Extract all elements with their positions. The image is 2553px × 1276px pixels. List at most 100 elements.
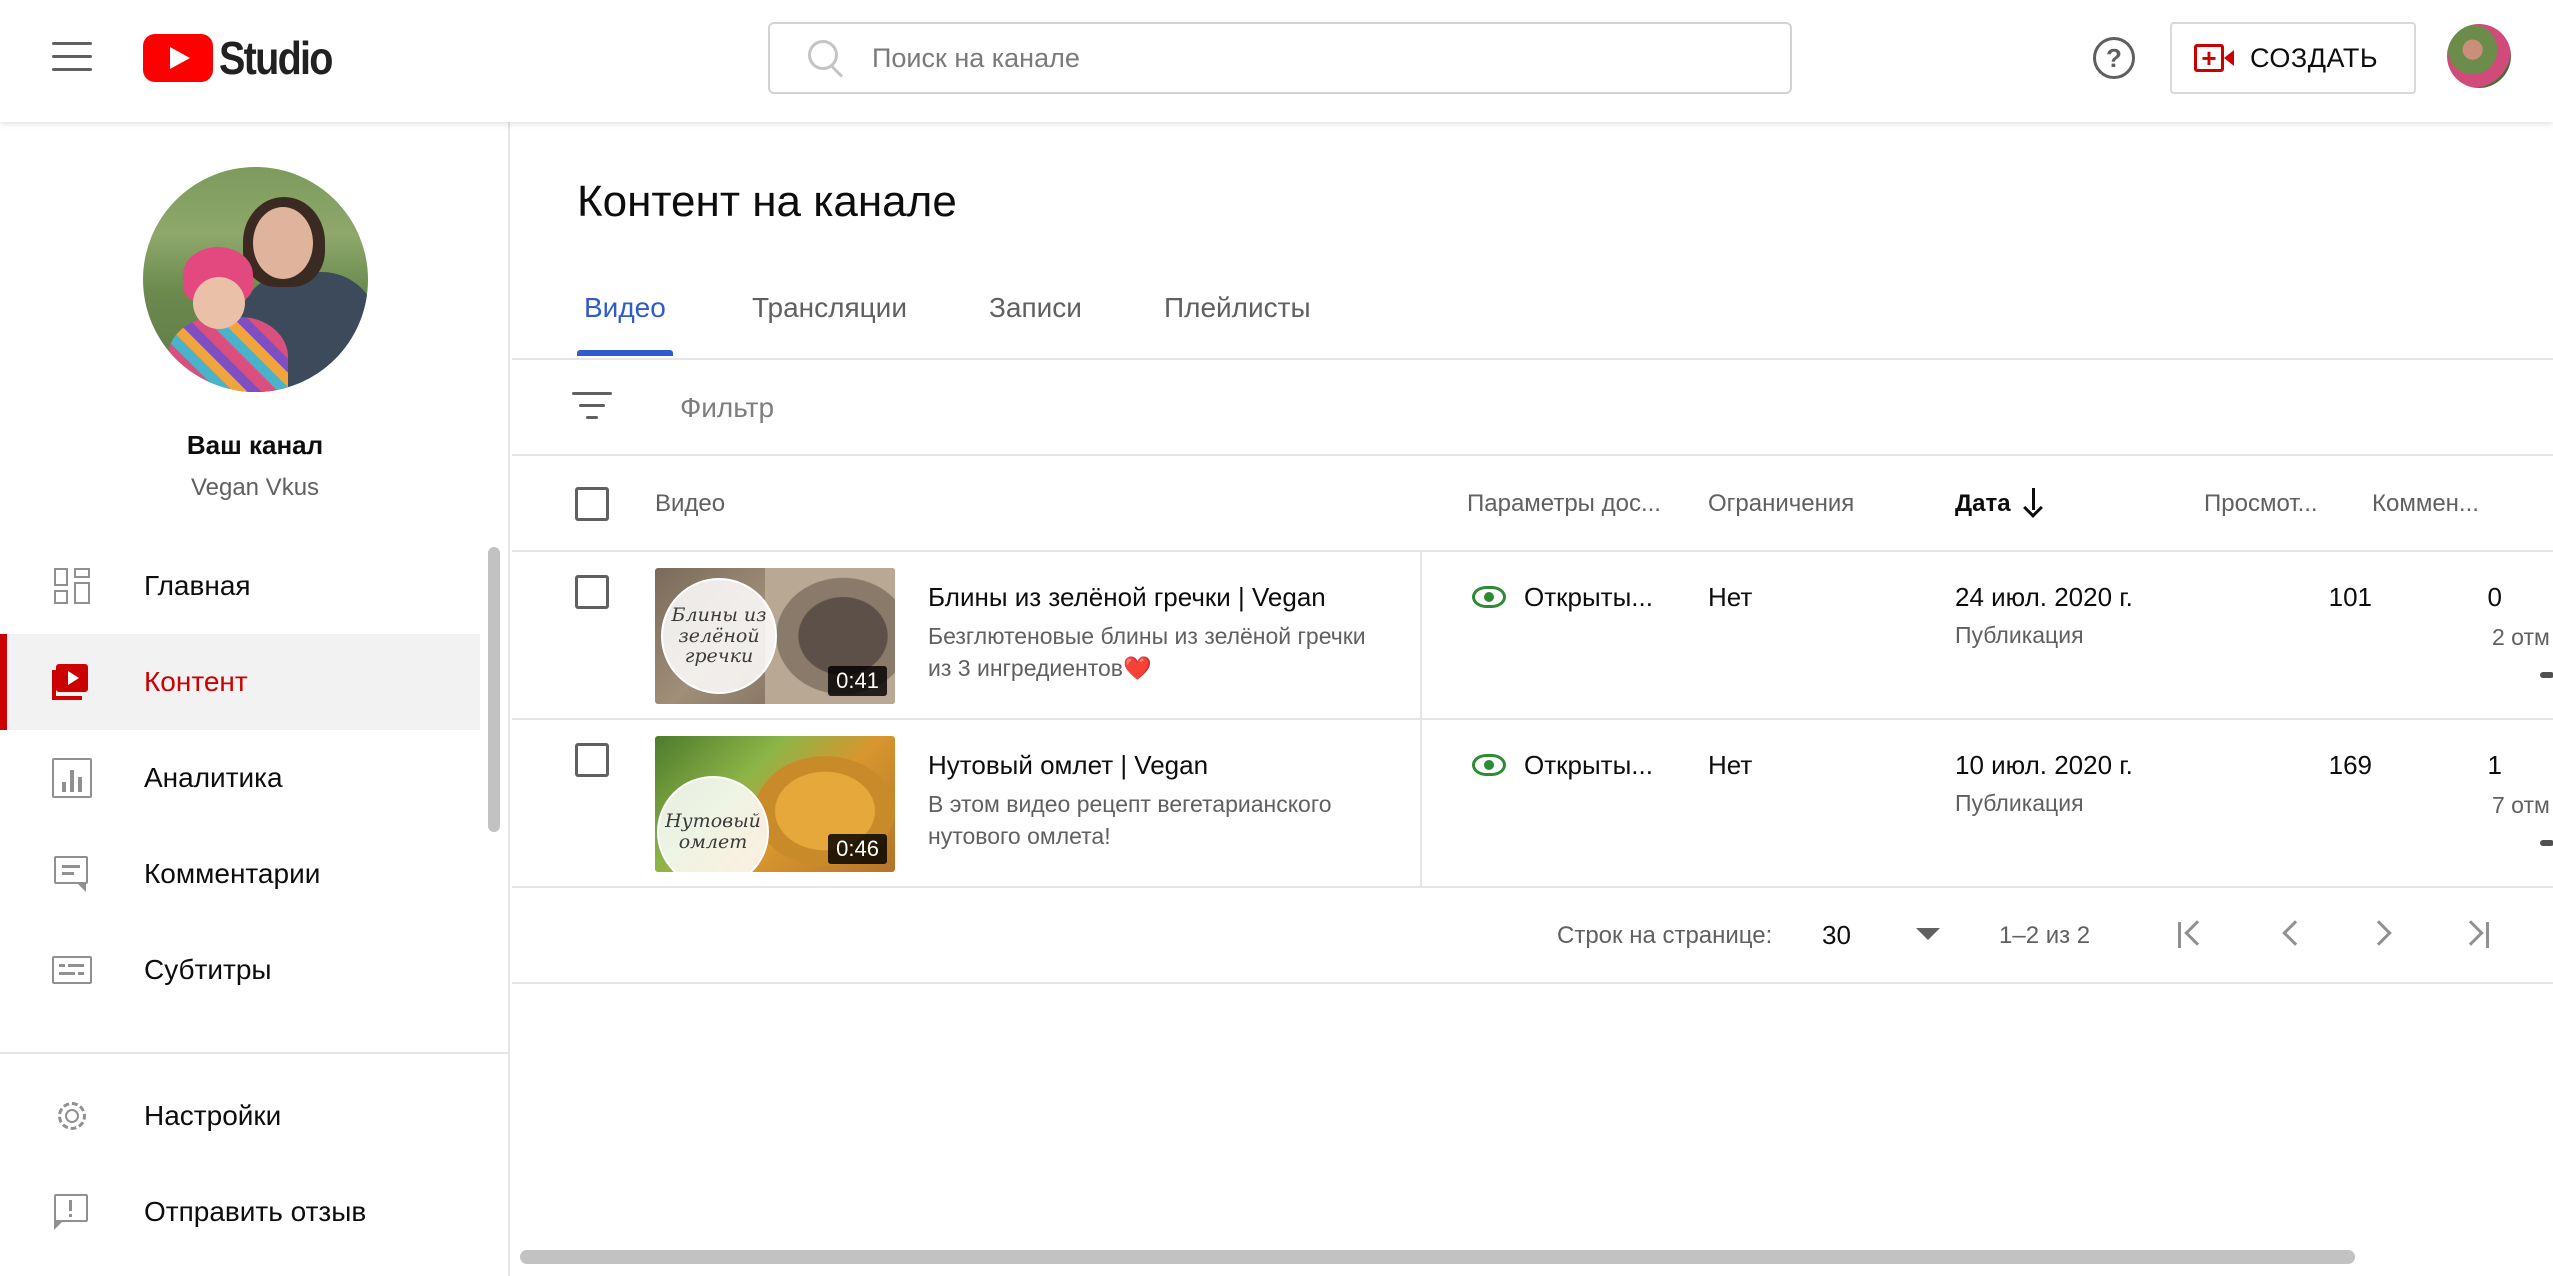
sidebar-item-label: Комментарии: [144, 858, 321, 889]
column-header-date[interactable]: Дата: [1955, 490, 2011, 518]
date-status: Публикация: [1955, 790, 2084, 816]
dashboard-icon: [52, 566, 92, 606]
help-icon[interactable]: ?: [2093, 37, 2135, 79]
first-page-icon[interactable]: [2172, 912, 2216, 956]
sidebar: Ваш канал Vegan Vkus Главная Контент Ана…: [0, 122, 510, 1276]
channel-avatar[interactable]: [143, 167, 368, 392]
sidebar-item-dashboard[interactable]: Главная: [0, 538, 480, 634]
page-range: 1–2 из 2: [1999, 922, 2091, 949]
sidebar-item-analytics[interactable]: Аналитика: [0, 730, 480, 826]
comments-value: 1: [2487, 750, 2502, 780]
video-title[interactable]: Блины из зелёной гречки | Vegan: [928, 582, 1326, 613]
eye-icon[interactable]: [1472, 586, 1506, 608]
tab-live[interactable]: Трансляции: [752, 292, 907, 354]
divider: [512, 982, 2553, 984]
last-page-icon[interactable]: [2456, 912, 2500, 956]
restrictions-value: Нет: [1708, 750, 1753, 780]
tab-playlists[interactable]: Плейлисты: [1164, 292, 1311, 354]
rows-per-page-select[interactable]: 30: [1810, 908, 1950, 958]
horizontal-scrollbar[interactable]: [520, 1250, 2355, 1264]
date-status: Публикация: [1955, 622, 2084, 648]
divider: [512, 550, 2553, 552]
video-title[interactable]: Нутовый омлет | Vegan: [928, 750, 1208, 781]
likes-value: 7 отм: [2492, 792, 2550, 818]
video-thumbnail[interactable]: Нутовый омлет 0:46: [655, 736, 895, 872]
create-video-icon: +: [2194, 44, 2234, 72]
column-header-video[interactable]: Видео: [655, 490, 725, 518]
top-header: Studio ? + СОЗДАТЬ: [0, 0, 2553, 122]
date-value: 10 июл. 2020 г.: [1955, 750, 2133, 780]
likes-bar: [2540, 840, 2553, 846]
chevron-down-icon: [1916, 928, 1940, 940]
search-icon: [806, 38, 846, 78]
sidebar-divider: [0, 1052, 510, 1054]
analytics-icon: [52, 758, 92, 798]
sidebar-item-label: Субтитры: [144, 954, 272, 985]
content-icon: [52, 662, 92, 702]
tab-videos[interactable]: Видео: [584, 292, 666, 354]
sidebar-item-label: Главная: [144, 570, 251, 601]
next-page-icon[interactable]: [2362, 912, 2406, 956]
filter-icon[interactable]: [572, 390, 612, 422]
visibility-value[interactable]: Открыты...: [1524, 750, 1653, 781]
divider: [512, 886, 2553, 888]
feedback-icon: [52, 1192, 92, 1232]
video-thumbnail[interactable]: Блины из зелёной гречки 0:41: [655, 568, 895, 704]
likes-bar: [2540, 672, 2553, 678]
divider: [512, 454, 2553, 456]
previous-page-icon[interactable]: [2270, 912, 2314, 956]
filter-input[interactable]: Фильтр: [680, 392, 774, 424]
column-header-views[interactable]: Просмот...: [2204, 490, 2318, 518]
views-value: 169: [2328, 750, 2372, 780]
search-input[interactable]: [872, 42, 1672, 74]
page-title: Контент на канале: [577, 177, 957, 226]
select-all-checkbox[interactable]: [575, 487, 609, 521]
active-tab-indicator: [577, 350, 673, 356]
likes-value: 2 отм: [2492, 624, 2550, 650]
column-header-restrictions[interactable]: Ограничения: [1708, 490, 1854, 518]
row-checkbox[interactable]: [575, 743, 609, 777]
divider: [512, 718, 2553, 720]
sidebar-item-content[interactable]: Контент: [0, 634, 480, 730]
column-divider: [1420, 552, 1422, 718]
sidebar-item-comments[interactable]: Комментарии: [0, 826, 480, 922]
logo-text: Studio: [219, 32, 333, 84]
gear-icon: [52, 1096, 92, 1136]
thumbnail-caption: Нутовый омлет: [657, 776, 769, 872]
main-content: Контент на канале Видео Трансляции Запис…: [512, 122, 2553, 1276]
comments-value: 0: [2487, 582, 2502, 612]
rows-per-page-label: Строк на странице:: [1557, 922, 1773, 949]
views-value: 101: [2328, 582, 2372, 612]
menu-icon[interactable]: [52, 42, 92, 72]
sidebar-item-feedback[interactable]: Отправить отзыв: [0, 1164, 480, 1260]
column-header-visibility[interactable]: Параметры дос...: [1467, 490, 1661, 518]
video-duration: 0:46: [828, 834, 887, 864]
channel-name: Vegan Vkus: [190, 474, 320, 501]
sidebar-item-settings[interactable]: Настройки: [0, 1068, 480, 1164]
sidebar-item-label: Отправить отзыв: [144, 1196, 367, 1227]
column-header-comments[interactable]: Коммен...: [2372, 490, 2479, 518]
sidebar-item-label: Аналитика: [144, 762, 283, 793]
create-button-label: СОЗДАТЬ: [2250, 42, 2379, 73]
search-box[interactable]: [768, 22, 1792, 94]
tab-posts[interactable]: Записи: [989, 292, 1082, 354]
video-description: В этом видео рецепт вегетарианского нуто…: [928, 791, 1332, 849]
youtube-logo-icon: [143, 34, 213, 82]
channel-title: Ваш канал: [186, 430, 324, 460]
restrictions-value: Нет: [1708, 582, 1753, 612]
sort-down-arrow-icon[interactable]: [2023, 488, 2043, 514]
row-checkbox[interactable]: [575, 575, 609, 609]
divider: [512, 358, 2553, 360]
date-value: 24 июл. 2020 г.: [1955, 582, 2133, 612]
create-button[interactable]: + СОЗДАТЬ: [2170, 22, 2416, 94]
sidebar-item-label: Контент: [144, 666, 248, 697]
subtitles-icon: [52, 950, 92, 990]
visibility-value[interactable]: Открыты...: [1524, 582, 1653, 613]
thumbnail-caption: Блины из зелёной гречки: [661, 578, 777, 694]
youtube-studio-logo[interactable]: Studio: [143, 30, 350, 86]
sidebar-item-subtitles[interactable]: Субтитры: [0, 922, 480, 1018]
sidebar-scrollbar[interactable]: [488, 547, 500, 832]
account-avatar[interactable]: [2447, 24, 2511, 88]
rows-per-page-value: 30: [1822, 920, 1851, 950]
eye-icon[interactable]: [1472, 754, 1506, 776]
